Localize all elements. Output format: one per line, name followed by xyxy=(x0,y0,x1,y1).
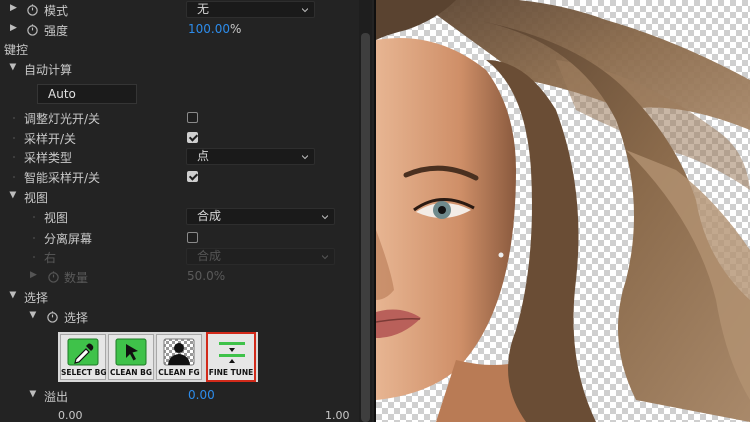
stopwatch-icon xyxy=(48,271,59,283)
mode-value: 无 xyxy=(197,2,210,16)
indent-dot xyxy=(13,156,15,158)
smart-sample-label: 智能采样开/关 xyxy=(24,171,101,185)
spill-slider-min: 0.00 xyxy=(58,409,83,422)
right-value: 合成 xyxy=(197,249,222,263)
split-screen-checkbox[interactable] xyxy=(187,232,198,243)
eyedropper-icon xyxy=(67,338,99,366)
fine-tune-label: FINE TUNE xyxy=(208,368,254,377)
count-value-group: 50.0% xyxy=(187,269,225,283)
selection-group-label: 选择 xyxy=(24,291,49,305)
clean-bg-button[interactable]: CLEAN BG xyxy=(108,334,154,380)
mode-select[interactable]: 无 xyxy=(186,1,315,18)
row-selection-group: ▶ 选择 xyxy=(0,287,358,307)
chevron-down-icon xyxy=(322,215,328,220)
selection-tool-buttons: SELECT BG CLEAN BG CLEAN FG FINE TUNE xyxy=(58,332,258,382)
portrait-photo xyxy=(376,0,750,422)
indent-dot xyxy=(33,256,35,258)
strength-value-group: 100.00% xyxy=(188,22,241,36)
row-view-group: ▶ 视图 xyxy=(0,187,358,207)
collapse-triangle-icon[interactable]: ▶ xyxy=(7,64,17,71)
adjust-light-checkbox[interactable] xyxy=(187,112,198,123)
row-smart-sample: 智能采样开/关 xyxy=(0,167,358,187)
fine-tune-button[interactable]: FINE TUNE xyxy=(206,332,256,382)
collapse-triangle-icon[interactable]: ▶ xyxy=(27,391,37,398)
chevron-down-icon xyxy=(302,155,308,160)
row-spill: ▶ 溢出 0.00 xyxy=(0,386,358,406)
select-bg-label: SELECT BG xyxy=(61,368,107,377)
view-group-label: 视图 xyxy=(24,191,49,205)
indent-dot xyxy=(13,137,15,139)
view-select-label: 视图 xyxy=(44,211,69,225)
auto-calc-label: 自动计算 xyxy=(24,63,73,77)
expand-triangle-icon[interactable]: ▶ xyxy=(10,23,17,33)
selection-sub-label: 选择 xyxy=(64,311,89,325)
row-sample-type: 采样类型 点 xyxy=(0,147,358,167)
right-label: 右 xyxy=(44,251,57,265)
chevron-down-icon xyxy=(322,255,328,260)
spill-slider-max: 1.00 xyxy=(325,409,350,422)
row-strength: ▶ 强度 100.00% xyxy=(0,20,358,40)
row-mode: ▶ 模式 无 xyxy=(0,0,358,20)
row-split-screen: 分离屏幕 xyxy=(0,228,358,248)
strength-label: 强度 xyxy=(44,24,69,38)
spill-slider-scale: 0.00 1.00 xyxy=(0,406,358,422)
stopwatch-icon[interactable] xyxy=(26,23,39,36)
sample-toggle-checkbox[interactable] xyxy=(187,132,198,143)
row-selection-sub: ▶ 选择 xyxy=(0,307,358,327)
spill-value[interactable]: 0.00 xyxy=(188,388,215,402)
collapse-triangle-icon[interactable]: ▶ xyxy=(7,292,17,299)
row-sample-toggle: 采样开/关 xyxy=(0,128,358,148)
chevron-down-icon xyxy=(302,8,308,13)
row-count: ▶ 数量 50.0% xyxy=(0,267,358,287)
fine-tune-sliders-icon xyxy=(219,342,245,363)
expand-triangle-icon: ▶ xyxy=(30,270,37,280)
indent-dot xyxy=(33,216,35,218)
view-select-value: 合成 xyxy=(197,209,222,223)
strength-unit: % xyxy=(230,22,242,36)
mode-label: 模式 xyxy=(44,4,69,18)
row-auto-calc: ▶ 自动计算 xyxy=(0,59,358,79)
count-value: 50.0 xyxy=(187,269,214,283)
spill-label: 溢出 xyxy=(44,390,69,404)
row-view-select: 视图 合成 xyxy=(0,207,358,227)
collapse-triangle-icon[interactable]: ▶ xyxy=(7,192,17,199)
expand-triangle-icon[interactable]: ▶ xyxy=(10,3,17,13)
effect-controls-panel: ▶ 模式 无 ▶ 强度 100.00% 键控 ▶ 自动计算 Auto 调整灯光开… xyxy=(0,0,374,422)
clean-fg-button[interactable]: CLEAN FG xyxy=(156,334,202,380)
preview-image xyxy=(376,0,750,422)
auto-calc-field[interactable]: Auto xyxy=(37,84,137,104)
keying-heading: 键控 xyxy=(4,43,29,57)
person-silhouette-icon xyxy=(163,338,195,366)
row-right: 右 合成 xyxy=(0,247,358,267)
count-label: 数量 xyxy=(64,271,89,285)
sample-type-value: 点 xyxy=(197,149,210,163)
view-select[interactable]: 合成 xyxy=(186,208,335,225)
stopwatch-icon[interactable] xyxy=(46,310,59,323)
sample-toggle-label: 采样开/关 xyxy=(24,132,77,146)
sample-type-label: 采样类型 xyxy=(24,151,73,165)
indent-dot xyxy=(13,176,15,178)
smart-sample-checkbox[interactable] xyxy=(187,171,198,182)
row-keying: 键控 xyxy=(0,39,358,59)
strength-value[interactable]: 100.00 xyxy=(188,22,230,36)
indent-dot xyxy=(33,237,35,239)
indent-dot xyxy=(13,117,15,119)
count-unit: % xyxy=(213,269,226,283)
clean-fg-label: CLEAN FG xyxy=(158,368,200,377)
collapse-triangle-icon[interactable]: ▶ xyxy=(27,312,37,319)
cursor-arrow-icon xyxy=(115,338,147,366)
scrollbar-thumb[interactable] xyxy=(361,33,370,422)
right-select: 合成 xyxy=(186,248,335,265)
sample-type-select[interactable]: 点 xyxy=(186,148,315,165)
clean-bg-label: CLEAN BG xyxy=(110,368,152,377)
select-bg-button[interactable]: SELECT BG xyxy=(60,334,107,380)
split-screen-label: 分离屏幕 xyxy=(44,232,93,246)
adjust-light-label: 调整灯光开/关 xyxy=(24,112,101,126)
stopwatch-icon[interactable] xyxy=(26,3,39,16)
row-adjust-light: 调整灯光开/关 xyxy=(0,108,358,128)
